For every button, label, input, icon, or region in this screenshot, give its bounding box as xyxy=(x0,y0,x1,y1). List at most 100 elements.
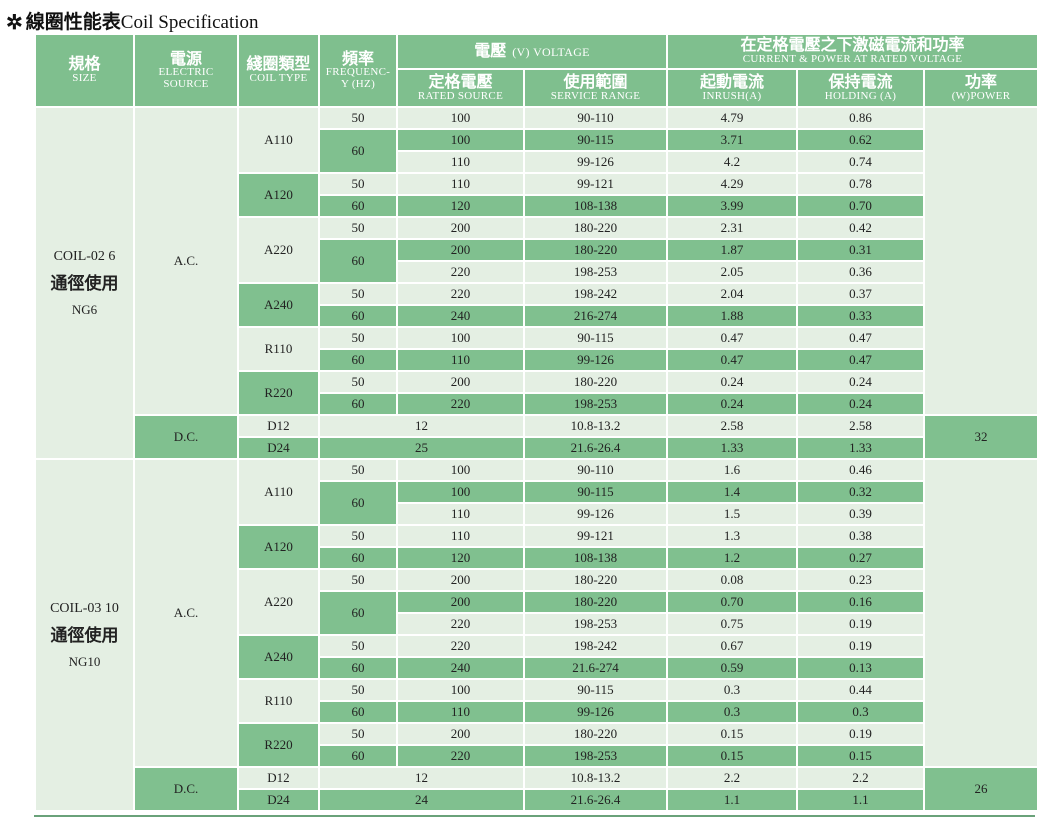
rated-voltage: 24 xyxy=(320,790,523,810)
rated-voltage: 100 xyxy=(398,108,523,128)
frequency: 60 xyxy=(320,350,396,370)
inrush-current: 0.15 xyxy=(668,724,797,744)
spec-cell: COIL-02 6 通徑使用 NG6 xyxy=(36,108,133,458)
coil-type: R110 xyxy=(239,680,318,722)
holding-current: 0.19 xyxy=(798,636,924,656)
coil-type: D24 xyxy=(239,790,318,810)
frequency: 50 xyxy=(320,636,396,656)
inrush-current: 0.70 xyxy=(668,592,797,612)
inrush-current: 1.33 xyxy=(668,438,797,458)
holding-current: 1.33 xyxy=(798,438,924,458)
title-en: Coil Specification xyxy=(120,12,259,33)
header-voltage: 電壓 (V) VOLTAGE xyxy=(398,35,667,68)
bottom-divider xyxy=(34,815,1035,817)
service-range: 108-138 xyxy=(525,196,667,216)
inrush-current: 4.29 xyxy=(668,174,797,194)
inrush-current: 0.08 xyxy=(668,570,797,590)
rated-voltage: 220 xyxy=(398,394,523,414)
service-range: 180-220 xyxy=(525,592,667,612)
header-source: 電源 ELECTRIC SOURCE xyxy=(135,35,237,106)
service-range: 21.6-274 xyxy=(525,658,667,678)
rated-voltage: 110 xyxy=(398,504,523,524)
rated-voltage: 240 xyxy=(398,658,523,678)
holding-current: 0.27 xyxy=(798,548,924,568)
service-range: 180-220 xyxy=(525,570,667,590)
rated-voltage: 200 xyxy=(398,570,523,590)
header-rated: 定格電壓 RATED SOURCE xyxy=(398,70,523,106)
service-range: 99-121 xyxy=(525,526,667,546)
service-range: 10.8-13.2 xyxy=(525,768,667,788)
header-inrush: 起動電流 INRUSH(A) xyxy=(668,70,797,106)
inrush-current: 1.87 xyxy=(668,240,797,260)
inrush-current: 2.05 xyxy=(668,262,797,282)
rated-voltage: 220 xyxy=(398,614,523,634)
rated-voltage: 240 xyxy=(398,306,523,326)
rated-voltage: 12 xyxy=(320,416,523,436)
service-range: 108-138 xyxy=(525,548,667,568)
power-value: 32 xyxy=(925,416,1038,458)
spec-ng: NG10 xyxy=(68,653,101,669)
table-row: COIL-02 6 通徑使用 NG6 A.C. A110 50 100 90-110 4.79 0… xyxy=(36,108,1038,458)
service-range: 180-220 xyxy=(525,240,667,260)
service-range: 90-115 xyxy=(525,328,667,348)
power-value: 26 xyxy=(925,768,1038,810)
header-current-power: 在定格電壓之下激磁電流和功率 CURRENT & POWER AT RATED V… xyxy=(668,35,1038,68)
holding-current: 0.36 xyxy=(798,262,924,282)
holding-current: 1.1 xyxy=(798,790,924,810)
rated-voltage: 110 xyxy=(398,526,523,546)
holding-current: 0.31 xyxy=(798,240,924,260)
frequency: 50 xyxy=(320,680,396,700)
rated-voltage: 100 xyxy=(398,460,523,480)
holding-current: 0.19 xyxy=(798,614,924,634)
inrush-current: 0.75 xyxy=(668,614,797,634)
spec-code: COIL-03 10 xyxy=(50,600,119,616)
rated-voltage: 110 xyxy=(398,174,523,194)
service-range: 198-253 xyxy=(525,614,667,634)
frequency: 50 xyxy=(320,372,396,392)
inrush-current: 0.24 xyxy=(668,372,797,392)
rated-voltage: 100 xyxy=(398,680,523,700)
coil-type: A220 xyxy=(239,570,318,634)
holding-current: 0.47 xyxy=(798,328,924,348)
rated-voltage: 110 xyxy=(398,350,523,370)
inrush-current: 1.3 xyxy=(668,526,797,546)
holding-current: 2.58 xyxy=(798,416,924,436)
holding-current: 0.15 xyxy=(798,746,924,766)
holding-current: 0.86 xyxy=(798,108,924,128)
inrush-current: 1.1 xyxy=(668,790,797,810)
service-range: 180-220 xyxy=(525,372,667,392)
source-dc: D.C. xyxy=(135,768,237,810)
frequency: 60 xyxy=(320,658,396,678)
frequency: 60 xyxy=(320,548,396,568)
power-cell xyxy=(925,108,1038,414)
coil-type: D12 xyxy=(239,416,318,436)
rated-voltage: 220 xyxy=(398,636,523,656)
frequency: 60 xyxy=(320,702,396,722)
frequency: 60 xyxy=(320,482,396,524)
inrush-current: 0.47 xyxy=(668,350,797,370)
frequency: 60 xyxy=(320,196,396,216)
frequency: 60 xyxy=(320,240,396,282)
frequency: 50 xyxy=(320,526,396,546)
inrush-current: 1.2 xyxy=(668,548,797,568)
source-ac: A.C. xyxy=(135,460,237,766)
rated-voltage: 200 xyxy=(398,218,523,238)
frequency: 50 xyxy=(320,174,396,194)
service-range: 21.6-26.4 xyxy=(525,790,667,810)
header-frequency: 頻率 FREQUENC- Y (HZ) xyxy=(320,35,396,106)
source-dc: D.C. xyxy=(135,416,237,458)
spec-zh: 通徑使用 xyxy=(50,625,119,646)
service-range: 198-253 xyxy=(525,262,667,282)
rated-voltage: 100 xyxy=(398,328,523,348)
rated-voltage: 120 xyxy=(398,196,523,216)
header-coil-type: 綫圈類型 COIL TYPE xyxy=(239,35,318,106)
inrush-current: 1.4 xyxy=(668,482,797,502)
frequency: 60 xyxy=(320,746,396,766)
frequency: 50 xyxy=(320,570,396,590)
service-range: 198-253 xyxy=(525,394,667,414)
service-range: 198-253 xyxy=(525,746,667,766)
rated-voltage: 220 xyxy=(398,284,523,304)
inrush-current: 3.71 xyxy=(668,130,797,150)
service-range: 10.8-13.2 xyxy=(525,416,667,436)
frequency: 50 xyxy=(320,284,396,304)
